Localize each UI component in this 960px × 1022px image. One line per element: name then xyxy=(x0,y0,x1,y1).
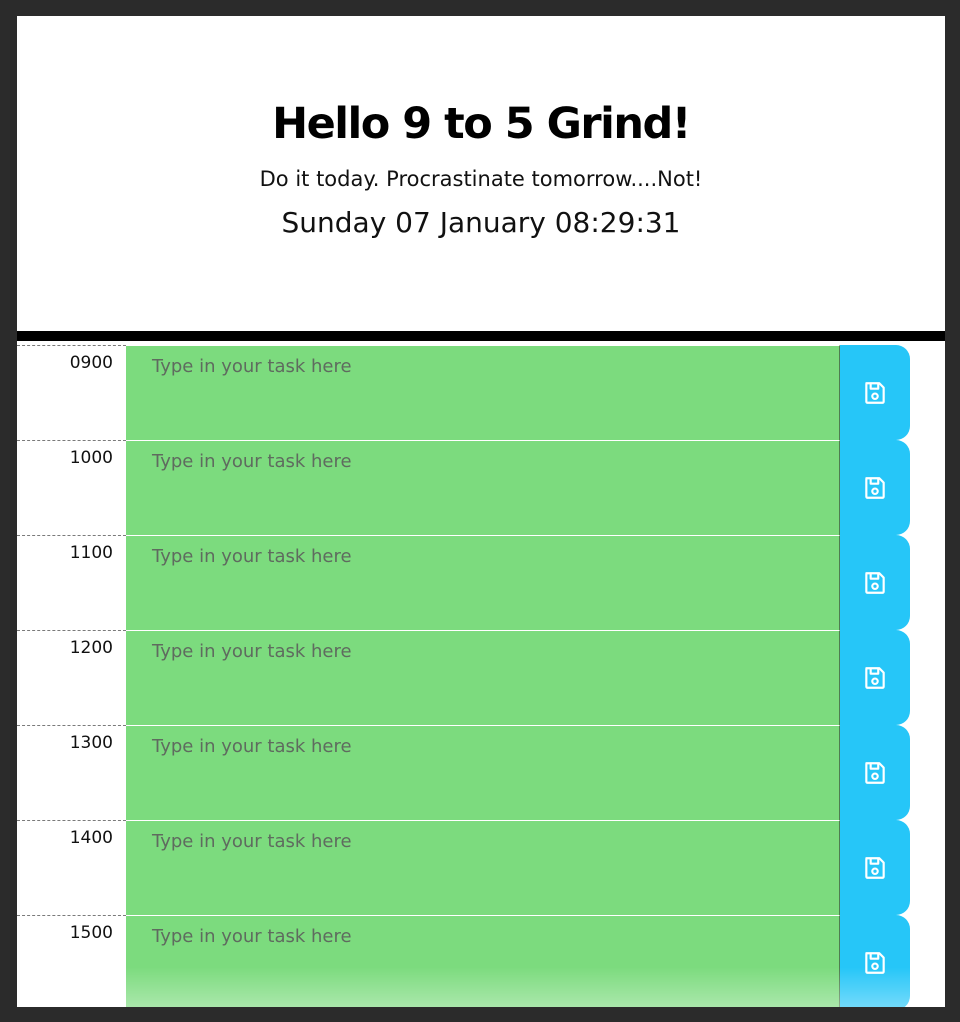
time-block-row: 1000 xyxy=(17,440,945,535)
save-button[interactable] xyxy=(840,630,910,725)
hour-label: 1200 xyxy=(17,630,126,725)
task-input[interactable] xyxy=(126,630,840,725)
time-block-row: 1400 xyxy=(17,820,945,915)
task-input[interactable] xyxy=(126,725,840,820)
header-divider xyxy=(17,331,945,341)
save-button[interactable] xyxy=(840,345,910,440)
time-block-row: 1100 xyxy=(17,535,945,630)
hour-label: 1500 xyxy=(17,915,126,1007)
hour-label: 1100 xyxy=(17,535,126,630)
current-datetime: Sunday 07 January 08:29:31 xyxy=(281,206,681,239)
floppy-disk-icon xyxy=(865,666,885,689)
floppy-disk-icon xyxy=(865,856,885,879)
floppy-disk-icon xyxy=(865,381,885,404)
save-button[interactable] xyxy=(840,440,910,535)
time-block-row: 1200 xyxy=(17,630,945,725)
page-title: Hello 9 to 5 Grind! xyxy=(272,99,691,149)
header: Hello 9 to 5 Grind! Do it today. Procras… xyxy=(17,16,945,331)
time-block-row: 1500 xyxy=(17,915,945,1007)
save-button[interactable] xyxy=(840,820,910,915)
hour-label: 1300 xyxy=(17,725,126,820)
floppy-disk-icon xyxy=(865,761,885,784)
save-button[interactable] xyxy=(840,725,910,820)
task-input[interactable] xyxy=(126,820,840,915)
time-block-list: 0900 1000 1100 1200 xyxy=(17,341,945,1007)
floppy-disk-icon xyxy=(865,571,885,594)
task-input[interactable] xyxy=(126,535,840,630)
save-button[interactable] xyxy=(840,915,910,1007)
hour-label: 0900 xyxy=(17,345,126,440)
task-input[interactable] xyxy=(126,345,840,440)
time-block-row: 0900 xyxy=(17,345,945,440)
floppy-disk-icon xyxy=(865,476,885,499)
task-input[interactable] xyxy=(126,440,840,535)
task-input[interactable] xyxy=(126,915,840,1007)
save-button[interactable] xyxy=(840,535,910,630)
hour-label: 1000 xyxy=(17,440,126,535)
app-page: Hello 9 to 5 Grind! Do it today. Procras… xyxy=(17,16,945,1007)
floppy-disk-icon xyxy=(865,951,885,974)
tagline: Do it today. Procrastinate tomorrow....N… xyxy=(259,167,703,191)
hour-label: 1400 xyxy=(17,820,126,915)
time-block-row: 1300 xyxy=(17,725,945,820)
